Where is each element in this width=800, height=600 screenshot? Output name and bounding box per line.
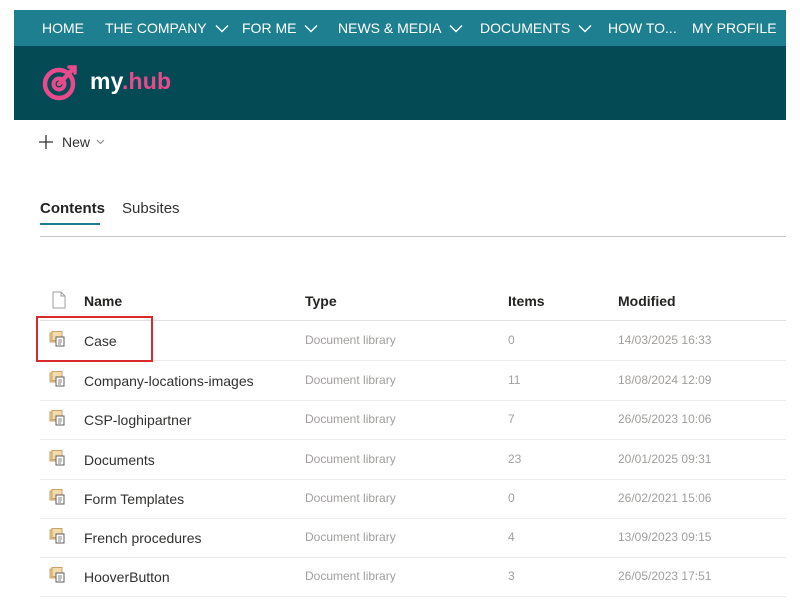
- top-navigation: HOME THE COMPANY FOR ME NEWS & MEDIA DOC…: [14, 10, 786, 46]
- library-name[interactable]: Documents: [84, 452, 155, 468]
- library-name[interactable]: Company-locations-images: [84, 373, 254, 389]
- table-row[interactable]: HooverButton Document library 3 26/05/20…: [40, 557, 786, 597]
- library-type: Document library: [305, 452, 396, 466]
- table-row[interactable]: CSP-loghipartner Document library 7 26/0…: [40, 400, 786, 440]
- file-icon[interactable]: [52, 291, 66, 309]
- nav-label: FOR ME: [242, 20, 297, 36]
- active-tab-indicator: [40, 223, 100, 225]
- nav-label: MY PROFILE: [692, 20, 777, 36]
- plus-icon: [39, 135, 53, 149]
- library-item-count: 3: [508, 569, 515, 583]
- nav-how-to[interactable]: HOW TO...: [608, 10, 677, 46]
- tabs-divider: [40, 236, 786, 237]
- nav-for-me[interactable]: FOR ME: [242, 10, 318, 46]
- column-header-type[interactable]: Type: [305, 293, 337, 309]
- library-item-count: 23: [508, 452, 522, 466]
- new-button[interactable]: New: [38, 131, 105, 153]
- library-item-count: 11: [508, 373, 521, 387]
- library-modified: 18/08/2024 12:09: [618, 373, 712, 387]
- library-item-count: 7: [508, 412, 515, 426]
- document-library-icon: [49, 450, 65, 466]
- nav-the-company[interactable]: THE COMPANY: [105, 10, 229, 46]
- nav-label: HOME: [42, 20, 84, 36]
- nav-documents[interactable]: DOCUMENTS: [480, 10, 592, 46]
- chevron-down-icon: [578, 24, 592, 33]
- chevron-down-icon: [304, 24, 318, 33]
- tab-subsites[interactable]: Subsites: [122, 200, 180, 217]
- target-logo-icon[interactable]: [40, 62, 80, 102]
- library-name[interactable]: French procedures: [84, 530, 202, 546]
- new-button-label: New: [62, 134, 91, 150]
- brand-part-2: hub: [128, 68, 172, 94]
- library-modified: 26/05/2023 17:51: [618, 569, 712, 583]
- nav-label: THE COMPANY: [105, 20, 207, 36]
- chevron-down-icon: [449, 24, 463, 33]
- library-modified: 20/01/2025 09:31: [618, 452, 712, 466]
- library-item-count: 0: [508, 333, 515, 347]
- table-row[interactable]: Documents Document library 23 20/01/2025…: [40, 440, 786, 480]
- library-name[interactable]: Form Templates: [84, 491, 184, 507]
- table-header: Name Type Items Modified: [40, 282, 786, 321]
- chevron-down-icon: [96, 139, 105, 145]
- library-modified: 26/05/2023 10:06: [618, 412, 712, 426]
- column-header-modified[interactable]: Modified: [618, 293, 676, 309]
- nav-news-media[interactable]: NEWS & MEDIA: [338, 10, 463, 46]
- library-name[interactable]: Case: [84, 333, 117, 349]
- nav-my-profile[interactable]: MY PROFILE: [692, 10, 777, 46]
- document-library-icon: [49, 331, 65, 347]
- document-library-icon: [49, 528, 65, 544]
- document-library-icon: [49, 489, 65, 505]
- site-header: my.hub: [14, 46, 786, 120]
- column-header-name[interactable]: Name: [84, 293, 122, 309]
- document-library-icon: [49, 567, 65, 583]
- library-type: Document library: [305, 333, 396, 347]
- library-modified: 26/02/2021 15:06: [618, 491, 712, 505]
- library-type: Document library: [305, 373, 396, 387]
- library-modified: 14/03/2025 16:33: [618, 333, 712, 347]
- library-name[interactable]: CSP-loghipartner: [84, 412, 191, 428]
- library-item-count: 4: [508, 530, 515, 544]
- library-type: Document library: [305, 412, 396, 426]
- brand-dot: .: [121, 68, 129, 94]
- table-row[interactable]: French procedures Document library 4 13/…: [40, 518, 786, 558]
- brand-part-1: my: [90, 68, 122, 94]
- nav-label: HOW TO...: [608, 20, 677, 36]
- library-modified: 13/09/2023 09:15: [618, 530, 712, 544]
- library-item-count: 0: [508, 491, 515, 505]
- column-header-items[interactable]: Items: [508, 293, 545, 309]
- table-row[interactable]: Case Document library 0 14/03/2025 16:33: [40, 321, 786, 361]
- nav-label: DOCUMENTS: [480, 20, 571, 36]
- nav-home[interactable]: HOME: [42, 10, 84, 46]
- document-library-icon: [49, 371, 65, 387]
- library-type: Document library: [305, 569, 396, 583]
- tab-contents[interactable]: Contents: [40, 200, 105, 217]
- document-library-icon: [49, 410, 65, 426]
- table-row[interactable]: Company-locations-images Document librar…: [40, 361, 786, 401]
- library-name[interactable]: HooverButton: [84, 569, 170, 585]
- table-row[interactable]: Form Templates Document library 0 26/02/…: [40, 479, 786, 519]
- library-type: Document library: [305, 530, 396, 544]
- chevron-down-icon: [215, 24, 229, 33]
- library-type: Document library: [305, 491, 396, 505]
- site-logo-text[interactable]: my.hub: [90, 68, 171, 95]
- nav-label: NEWS & MEDIA: [338, 20, 442, 36]
